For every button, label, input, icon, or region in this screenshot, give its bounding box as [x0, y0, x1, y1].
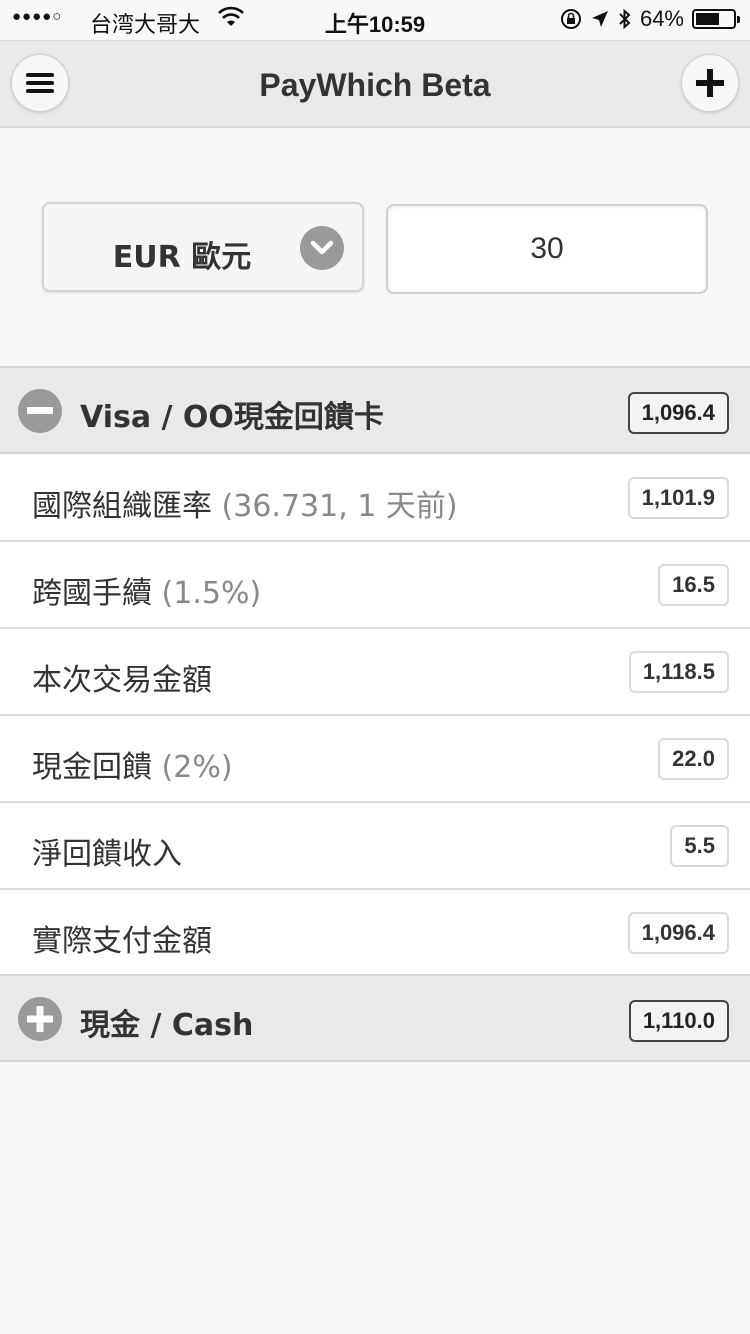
orientation-lock-icon — [560, 9, 581, 29]
amount-input[interactable] — [386, 204, 708, 294]
list-item: 淨回饋收入 5.5 — [0, 803, 750, 890]
item-label: 國際組織匯率 (36.731, 1 天前) — [32, 489, 458, 524]
item-value: 1,118.5 — [628, 651, 729, 693]
cash-group-total: 1,110.0 — [628, 1000, 729, 1042]
bluetooth-icon — [619, 8, 631, 30]
page-title: PayWhich Beta — [259, 67, 491, 103]
currency-select[interactable]: EUR 歐元 — [42, 202, 364, 292]
battery-fill — [696, 13, 720, 25]
item-value: 1,101.9 — [627, 477, 729, 519]
item-value: 5.5 — [670, 825, 729, 867]
cash-group-header[interactable]: 現金 / Cash 1,110.0 — [0, 974, 750, 1062]
item-label: 實際支付金額 — [32, 924, 212, 959]
item-label: 淨回饋收入 — [32, 837, 182, 872]
plus-icon — [696, 69, 724, 97]
item-label: 現金回饋 (2%) — [32, 750, 233, 785]
item-label: 跨國手續 (1.5%) — [32, 576, 262, 611]
list-item: 國際組織匯率 (36.731, 1 天前) 1,101.9 — [0, 455, 750, 542]
battery-percent: 64% — [639, 6, 684, 31]
list-item: 跨國手續 (1.5%) 16.5 — [0, 542, 750, 629]
chevron-down-icon — [300, 226, 344, 270]
app-header: PayWhich Beta — [0, 40, 750, 128]
status-bar: ●●●●○ 台湾大哥大 上午10:59 64% — [0, 0, 750, 40]
location-arrow-icon — [591, 11, 608, 27]
battery-icon — [692, 9, 740, 29]
item-value: 1,096.4 — [627, 912, 729, 954]
item-value: 16.5 — [658, 564, 729, 606]
currency-label: EUR 歐元 — [112, 240, 252, 275]
plus-circle-icon[interactable] — [18, 997, 62, 1041]
item-value: 22.0 — [658, 738, 729, 780]
status-right: 64% — [560, 6, 740, 32]
list-item: 實際支付金額 1,096.4 — [0, 890, 750, 977]
card-group-header[interactable]: Visa / OO現金回饋卡 1,096.4 — [0, 366, 750, 454]
minus-circle-icon[interactable] — [18, 389, 62, 433]
list-item: 本次交易金額 1,118.5 — [0, 629, 750, 716]
list-item: 現金回饋 (2%) 22.0 — [0, 716, 750, 803]
card-group-label: Visa / OO現金回饋卡 — [80, 400, 384, 435]
add-button[interactable] — [681, 54, 739, 112]
cash-group-label: 現金 / Cash — [80, 1008, 254, 1043]
item-label: 本次交易金額 — [32, 663, 212, 698]
card-group-total: 1,096.4 — [627, 392, 729, 434]
